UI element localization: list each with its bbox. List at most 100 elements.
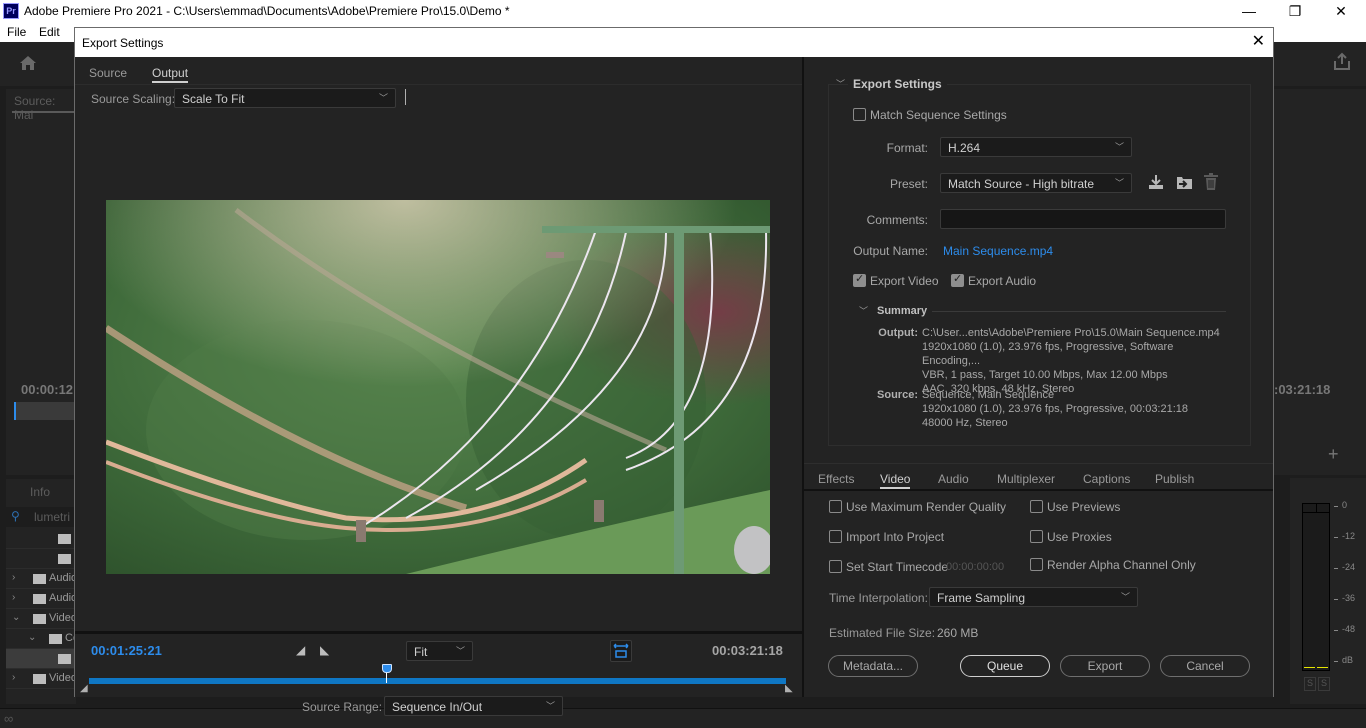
metadata-button[interactable]: Metadata... [828, 655, 918, 677]
chevron-down-icon[interactable]: ⌄ [12, 612, 20, 623]
project-list-item[interactable]: L [6, 649, 80, 669]
estimated-size-value: 260 MB [937, 626, 979, 640]
project-list-item[interactable]: L [6, 549, 80, 569]
meter-scale-label: -36 [1342, 593, 1356, 603]
export-audio-checkbox[interactable] [951, 272, 964, 287]
project-list: LL›Audio›Audio⌄Video⌄CoL›Video [6, 529, 80, 704]
tab-output[interactable]: Output [152, 66, 189, 83]
comments-input[interactable] [940, 209, 1226, 229]
project-panel: Info ⚲ lumetri LL›Audio›Audio⌄Video⌄CoL›… [6, 479, 80, 704]
in-point-marker-icon[interactable]: ◢ [80, 683, 88, 694]
import-preset-icon[interactable] [1175, 173, 1193, 191]
solo-left-button[interactable]: S [1304, 677, 1316, 691]
timeline-range-bar[interactable] [89, 664, 786, 684]
project-item-label: Video [49, 612, 77, 624]
out-point-marker-icon[interactable]: ◣ [785, 683, 793, 694]
use-proxies-checkbox[interactable] [1030, 530, 1043, 543]
source-tab[interactable]: Source: Mai [14, 94, 76, 122]
restore-button[interactable]: ❐ [1272, 0, 1318, 22]
menu-edit[interactable]: Edit [39, 25, 60, 39]
home-icon[interactable] [18, 54, 38, 72]
set-out-point-icon[interactable]: ◣ [320, 643, 329, 657]
source-range-label: Source Range: [302, 700, 383, 714]
dialog-close-button[interactable]: ✕ [1252, 31, 1265, 51]
project-list-item[interactable]: ⌄ Co [6, 629, 79, 649]
aspect-ratio-correction-button[interactable] [610, 640, 632, 662]
summary-source-label: Source: [877, 389, 918, 401]
sequence-clip-icon [58, 554, 71, 564]
match-sequence-checkbox[interactable] [853, 108, 866, 121]
summary-heading: Summary [877, 305, 928, 317]
output-name-label: Output Name: [853, 244, 928, 258]
set-start-timecode-checkbox[interactable] [829, 560, 842, 573]
export-button[interactable]: Export [1060, 655, 1150, 677]
project-list-item[interactable]: L [6, 529, 80, 549]
tab-video[interactable]: Video [880, 472, 911, 489]
source-scaling-dropdown[interactable]: Scale To Fit ﹀ [174, 88, 396, 108]
chevron-right-icon[interactable]: › [12, 572, 15, 583]
share-icon[interactable] [1332, 52, 1352, 72]
meter-scale-label: -24 [1342, 562, 1356, 572]
save-preset-icon[interactable] [1147, 173, 1165, 191]
minimize-button[interactable]: — [1226, 0, 1272, 22]
import-into-project-checkbox[interactable] [829, 530, 842, 543]
format-dropdown[interactable]: H.264 ﹀ [940, 137, 1132, 157]
zoom-level-dropdown[interactable]: Fit ﹀ [406, 641, 473, 661]
set-in-point-icon[interactable]: ◢ [296, 643, 305, 657]
tab-effects[interactable]: Effects [818, 472, 854, 486]
export-video-checkbox[interactable] [853, 272, 866, 287]
current-timecode[interactable]: 00:01:25:21 [91, 643, 162, 658]
chevron-right-icon[interactable]: › [12, 672, 15, 683]
folder-icon [33, 574, 46, 584]
time-interpolation-label: Time Interpolation: [829, 591, 928, 605]
search-input[interactable]: lumetri [34, 510, 70, 524]
folder-icon [33, 594, 46, 604]
meter-scale-label: 0 [1342, 500, 1348, 510]
tab-multiplexer[interactable]: Multiplexer [997, 472, 1055, 486]
sequence-clip-icon [58, 654, 71, 664]
dialog-title: Export Settings [82, 36, 164, 50]
chevron-right-icon[interactable]: › [12, 592, 15, 603]
project-search[interactable]: ⚲ lumetri [6, 507, 76, 527]
program-monitor-panel: :03:21:18 + [1274, 89, 1366, 475]
max-render-quality-checkbox[interactable] [829, 500, 842, 513]
tab-source[interactable]: Source [89, 66, 127, 80]
collapse-chevron-icon[interactable]: ﹀ [836, 77, 845, 90]
project-list-item[interactable]: › Audio [6, 569, 77, 589]
start-timecode-input[interactable]: 00:00:00:00 [946, 561, 1004, 573]
time-interpolation-dropdown[interactable]: Frame Sampling ﹀ [929, 587, 1138, 607]
meter-scale-label: -12 [1342, 531, 1356, 541]
delete-preset-icon[interactable] [1203, 173, 1219, 191]
preset-dropdown[interactable]: Match Source - High bitrate ﹀ [940, 173, 1132, 193]
tab-publish[interactable]: Publish [1155, 472, 1194, 486]
source-mini-timeline[interactable] [14, 402, 76, 420]
playhead-handle-icon[interactable] [381, 664, 392, 673]
cancel-button[interactable]: Cancel [1160, 655, 1250, 677]
info-tab[interactable]: Info [30, 485, 50, 499]
source-range-dropdown[interactable]: Sequence In/Out ﹀ [384, 696, 563, 716]
menu-file[interactable]: File [7, 25, 26, 39]
summary-chevron-icon[interactable]: ﹀ [859, 304, 868, 317]
use-previews-checkbox[interactable] [1030, 500, 1043, 513]
solo-right-button[interactable]: S [1318, 677, 1330, 691]
window-close-button[interactable]: ✕ [1318, 0, 1364, 22]
summary-source-lines: Sequence, Main Sequence 1920x1080 (1.0),… [922, 389, 1189, 429]
playhead[interactable] [381, 664, 392, 684]
project-list-item[interactable]: › Video [6, 669, 77, 689]
estimated-size-label: Estimated File Size: [829, 626, 936, 640]
render-alpha-only-checkbox[interactable] [1030, 558, 1043, 571]
max-render-quality-label: Use Maximum Render Quality [846, 500, 1007, 514]
queue-button[interactable]: Queue [960, 655, 1050, 677]
chevron-down-icon[interactable]: ⌄ [28, 632, 36, 643]
project-item-label: Video [49, 672, 77, 684]
project-list-item[interactable]: › Audio [6, 589, 77, 609]
search-icon: ⚲ [11, 509, 20, 523]
output-name-link[interactable]: Main Sequence.mp4 [943, 244, 1053, 258]
preview-pane: Source Output Source Scaling: Scale To F… [75, 57, 802, 716]
tab-audio[interactable]: Audio [938, 472, 969, 486]
import-into-project-label: Import Into Project [846, 530, 945, 544]
add-button-icon[interactable]: + [1328, 444, 1339, 465]
tab-captions[interactable]: Captions [1083, 472, 1130, 486]
premiere-app-icon: Pr [3, 3, 19, 19]
project-list-item[interactable]: ⌄ Video [6, 609, 77, 629]
